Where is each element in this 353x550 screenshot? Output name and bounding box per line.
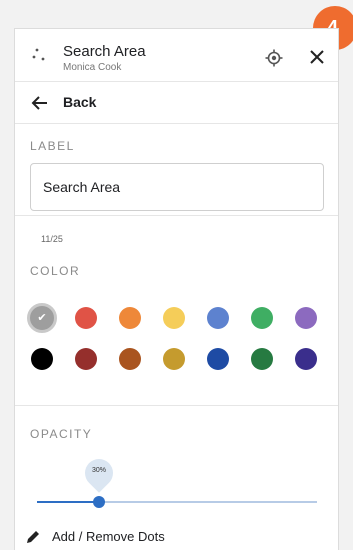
color-swatch[interactable] (207, 307, 229, 329)
label-input[interactable] (30, 163, 324, 211)
swatch-row (31, 348, 317, 370)
arrow-left-icon (31, 96, 47, 110)
divider (15, 405, 338, 406)
color-swatch[interactable] (163, 348, 185, 370)
slider-value-label: 30% (91, 467, 106, 474)
opacity-slider[interactable]: 30% (37, 453, 317, 509)
slider-track-fill (37, 501, 99, 503)
label-heading: LABEL (30, 139, 75, 153)
color-swatch[interactable] (251, 348, 273, 370)
area-owner: Monica Cook (63, 62, 122, 73)
color-swatch[interactable] (31, 348, 53, 370)
color-swatch[interactable] (119, 307, 141, 329)
slider-thumb[interactable] (93, 496, 105, 508)
add-remove-dots-label: Add / Remove Dots (52, 529, 165, 544)
color-swatch[interactable] (163, 307, 185, 329)
pencil-icon (27, 531, 39, 543)
back-button[interactable]: Back (15, 82, 338, 124)
opacity-heading: OPACITY (30, 427, 93, 441)
color-swatch-selected[interactable]: ✔ (27, 303, 57, 333)
dots-icon (32, 48, 45, 61)
check-icon: ✔ (37, 311, 47, 324)
add-remove-dots-button[interactable]: Add / Remove Dots (15, 525, 338, 550)
edit-area-panel: Search Area Monica Cook Back LABEL 11/25… (14, 28, 339, 550)
color-swatch[interactable] (295, 348, 317, 370)
close-icon[interactable] (309, 49, 325, 65)
swatch-row: ✔ (27, 303, 317, 333)
color-swatch[interactable] (295, 307, 317, 329)
color-heading: COLOR (30, 264, 81, 278)
back-label: Back (63, 94, 97, 110)
panel-header: Search Area Monica Cook (15, 29, 338, 82)
color-swatch-grid: ✔ (27, 303, 331, 389)
color-swatch[interactable] (251, 307, 273, 329)
color-swatch[interactable] (207, 348, 229, 370)
color-swatch[interactable] (119, 348, 141, 370)
area-title: Search Area (63, 43, 146, 60)
target-icon[interactable] (265, 49, 283, 67)
label-char-count: 11/25 (41, 234, 63, 244)
color-swatch[interactable] (75, 307, 97, 329)
color-swatch[interactable] (75, 348, 97, 370)
divider (15, 215, 338, 216)
